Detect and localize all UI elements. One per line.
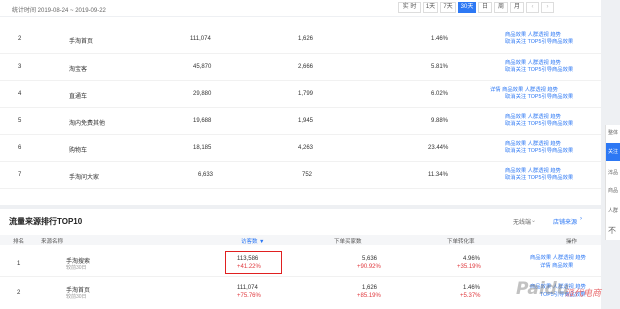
- buyers-cell: 752: [302, 172, 313, 178]
- buyers-change: +90.92%: [357, 264, 381, 270]
- conversion-change: +35.19%: [457, 264, 481, 270]
- table-row: 4 直通车 29,880 1,799 6.02% 详情 商品效果 人群透视 趋势…: [0, 81, 601, 108]
- compare-label: 较前30日: [66, 294, 87, 300]
- range-week-button[interactable]: 周: [494, 2, 508, 13]
- action-links-secondary[interactable]: 取消关注 TOP5引导商品效果: [505, 148, 573, 156]
- source-name[interactable]: 手淘问大家: [69, 172, 99, 181]
- range-month-button[interactable]: 月: [510, 2, 524, 13]
- compare-label: 较前30日: [66, 265, 87, 271]
- table-row: 2 手淘首页 较前30日 111,074 +75.76% 1,626 +85.1…: [0, 279, 601, 309]
- date-toolbar: 统计时间 2019-08-24 ~ 2019-09-22 实 时 1天 7天 3…: [0, 0, 601, 17]
- action-links[interactable]: 商品效果 人群透视 趋势: [530, 255, 586, 263]
- col-source-name: 来源名称: [41, 239, 64, 245]
- watermark-text: 派代电商: [565, 289, 602, 299]
- chevron-down-icon[interactable]: ⌄: [531, 217, 536, 224]
- range-7day-button[interactable]: 7天: [440, 2, 456, 13]
- conversion-cell: 1.46%: [431, 36, 449, 42]
- range-1day-button[interactable]: 1天: [423, 2, 438, 13]
- source-name[interactable]: 淘宝客: [69, 64, 87, 73]
- source-name[interactable]: 手淘首页: [69, 36, 93, 45]
- range-day-button[interactable]: 日: [478, 2, 492, 13]
- buyers-cell: 4,263: [298, 145, 314, 151]
- prev-page-icon[interactable]: ‹: [526, 2, 539, 13]
- rank-cell: 6: [18, 145, 22, 151]
- side-tab[interactable]: 整体: [608, 129, 618, 136]
- source-name[interactable]: 直通车: [69, 91, 87, 100]
- source-name[interactable]: 购物车: [69, 145, 87, 154]
- rank-cell: 7: [18, 172, 22, 178]
- visitors-cell: 18,185: [193, 145, 212, 151]
- date-range-label: 统计时间 2019-08-24 ~ 2019-09-22: [12, 8, 106, 14]
- side-tab[interactable]: 不: [608, 225, 616, 236]
- visitors-cell: 45,870: [193, 64, 212, 70]
- buyers-cell: 1,626: [298, 36, 314, 42]
- conversion-cell: 9.88%: [431, 118, 449, 124]
- section-title: 流量来源排行TOP10: [9, 217, 83, 226]
- buyers-cell: 5,636: [362, 256, 378, 262]
- action-links-secondary[interactable]: 取消关注 TOP5引导商品效果: [505, 39, 573, 47]
- buyers-cell: 2,666: [298, 64, 314, 70]
- visitors-change: +75.76%: [237, 293, 261, 299]
- visitors-cell: 111,074: [237, 285, 258, 291]
- col-buyers[interactable]: 下单买家数: [334, 237, 362, 245]
- buyers-cell: 1,626: [362, 285, 378, 291]
- table-row: 3 淘宝客 45,870 2,666 5.81% 商品效果 人群透视 趋势 取消…: [0, 54, 601, 81]
- source-name[interactable]: 淘内免费其他: [69, 118, 105, 127]
- action-links-secondary[interactable]: 详情 商品效果: [540, 263, 573, 271]
- right-side-panel: 整体 关注 淬品 商品 人群 不: [605, 125, 620, 240]
- watermark-logo: Paidu: [516, 279, 569, 299]
- rank-cell: 5: [18, 118, 22, 124]
- store-source-link[interactable]: 店铺来源: [553, 217, 577, 226]
- rank-cell: 2: [18, 36, 22, 42]
- main-panel: 统计时间 2019-08-24 ~ 2019-09-22 实 时 1天 7天 3…: [0, 0, 601, 309]
- side-tab[interactable]: 人群: [608, 207, 618, 214]
- range-30day-button[interactable]: 30天: [458, 2, 476, 13]
- visitors-cell: 29,880: [193, 91, 212, 97]
- side-tab[interactable]: 商品: [608, 187, 618, 194]
- visitors-cell: 19,688: [193, 118, 212, 124]
- rank-cell: 2: [17, 290, 21, 296]
- table-row: 1 手淘搜索 较前30日 113,586 +41.22% 5,636 +90.9…: [0, 250, 601, 277]
- next-page-icon[interactable]: ›: [541, 2, 554, 13]
- rank-cell: 1: [17, 261, 21, 267]
- col-conversion[interactable]: 下单转化率: [447, 237, 475, 245]
- col-rank: 排名: [13, 239, 25, 245]
- rank-cell: 3: [18, 64, 22, 70]
- col-actions: 操作: [566, 239, 578, 245]
- action-links-secondary[interactable]: 取消关注 TOP5引导商品效果: [505, 67, 573, 75]
- visitors-cell: 6,633: [198, 172, 214, 178]
- action-links-secondary[interactable]: 取消关注 TOP5引导商品效果: [505, 94, 573, 102]
- table-row: 5 淘内免费其他 19,688 1,945 9.88% 商品效果 人群透视 趋势…: [0, 108, 601, 135]
- conversion-change: +5.37%: [460, 293, 481, 299]
- action-links-secondary[interactable]: 取消关注 TOP5引导商品效果: [505, 175, 573, 183]
- conversion-cell: 4.96%: [463, 256, 481, 262]
- conversion-cell: 11.34%: [428, 172, 448, 178]
- action-links-secondary[interactable]: 取消关注 TOP5引导商品效果: [505, 121, 573, 129]
- side-tab[interactable]: 淬品: [608, 169, 618, 176]
- buyers-cell: 1,945: [298, 118, 314, 124]
- conversion-cell: 5.81%: [431, 64, 449, 70]
- conversion-cell: 1.46%: [463, 285, 481, 291]
- chevron-right-icon[interactable]: ›: [580, 216, 582, 222]
- visitors-cell: 111,074: [190, 36, 211, 42]
- table-header: [0, 235, 601, 245]
- highlight-box: [225, 251, 282, 274]
- section-divider: [0, 205, 601, 209]
- conversion-cell: 23.44%: [428, 145, 449, 151]
- col-visitors-sort[interactable]: 访客数 ▼: [241, 237, 264, 245]
- table-row: 7 手淘问大家 6,633 752 11.34% 商品效果 人群透视 趋势 取消…: [0, 162, 601, 189]
- wireless-selector[interactable]: 无线端: [513, 217, 531, 226]
- rank-cell: 4: [18, 91, 22, 97]
- table-row: 6 购物车 18,185 4,263 23.44% 商品效果 人群透视 趋势 取…: [0, 135, 601, 162]
- conversion-cell: 6.02%: [431, 91, 449, 97]
- range-realtime-button[interactable]: 实 时: [398, 2, 421, 13]
- buyers-cell: 1,799: [298, 91, 314, 97]
- buyers-change: +85.19%: [357, 293, 381, 299]
- side-tab-active[interactable]: 关注: [606, 143, 620, 161]
- table-row: 2 手淘首页 111,074 1,626 1.46% 商品效果 人群透视 趋势 …: [0, 24, 601, 54]
